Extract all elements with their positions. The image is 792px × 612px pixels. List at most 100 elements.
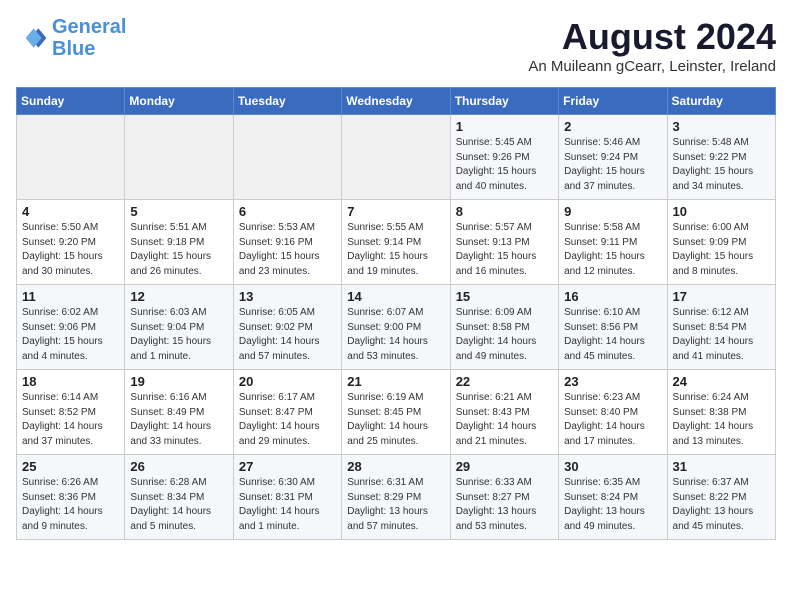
- day-info: Sunrise: 6:21 AM Sunset: 8:43 PM Dayligh…: [456, 391, 553, 449]
- title-block: August 2024 An Muileann gCearr, Leinster…: [528, 16, 776, 75]
- day-info: Sunrise: 6:31 AM Sunset: 8:29 PM Dayligh…: [347, 476, 444, 534]
- calendar-cell: [125, 115, 233, 200]
- day-number: 15: [456, 289, 553, 304]
- day-number: 13: [239, 289, 336, 304]
- calendar-cell: 17 Sunrise: 6:12 AM Sunset: 8:54 PM Dayli…: [667, 285, 775, 370]
- day-info: Sunrise: 5:51 AM Sunset: 9:18 PM Dayligh…: [130, 221, 227, 279]
- calendar-cell: 27Sunrise: 6:30 AM Sunset: 8:31 PM Dayli…: [233, 455, 341, 540]
- day-info: Sunrise: 5:53 AM Sunset: 9:16 PM Dayligh…: [239, 221, 336, 279]
- weekday-header-thursday: Thursday: [450, 88, 558, 115]
- calendar-cell: 12 Sunrise: 6:03 AM Sunset: 9:04 PM Dayli…: [125, 285, 233, 370]
- day-info: Sunrise: 6:37 AM Sunset: 8:22 PM Dayligh…: [673, 476, 770, 534]
- location-title: An Muileann gCearr, Leinster, Ireland: [528, 58, 776, 75]
- calendar-cell: 31 Sunrise: 6:37 AM Sunset: 8:22 PM Dayli…: [667, 455, 775, 540]
- calendar-cell: 13 Sunrise: 6:05 AM Sunset: 9:02 PM Dayli…: [233, 285, 341, 370]
- day-info: Sunrise: 6:16 AM Sunset: 8:49 PM Dayligh…: [130, 391, 227, 449]
- day-info: Sunrise: 5:50 AM Sunset: 9:20 PM Dayligh…: [22, 221, 119, 279]
- calendar-cell: 30 Sunrise: 6:35 AM Sunset: 8:24 PM Dayli…: [559, 455, 667, 540]
- calendar-cell: [342, 115, 450, 200]
- day-info: Sunrise: 6:23 AM Sunset: 8:40 PM Dayligh…: [564, 391, 661, 449]
- calendar-cell: [17, 115, 125, 200]
- calendar-cell: 8 Sunrise: 5:57 AM Sunset: 9:13 PM Daylig…: [450, 200, 558, 285]
- day-number: 2: [564, 119, 661, 134]
- day-info: Sunrise: 6:12 AM Sunset: 8:54 PM Dayligh…: [673, 306, 770, 364]
- calendar-week-row: 11 Sunrise: 6:02 AM Sunset: 9:06 PM Dayli…: [17, 285, 776, 370]
- day-info: Sunrise: 6:26 AM Sunset: 8:36 PM Dayligh…: [22, 476, 119, 534]
- calendar-cell: 14 Sunrise: 6:07 AM Sunset: 9:00 PM Dayli…: [342, 285, 450, 370]
- day-number: 23: [564, 374, 661, 389]
- day-number: 16: [564, 289, 661, 304]
- day-number: 29: [456, 459, 553, 474]
- calendar-cell: 24 Sunrise: 6:24 AM Sunset: 8:38 PM Dayli…: [667, 370, 775, 455]
- day-info: Sunrise: 6:00 AM Sunset: 9:09 PM Dayligh…: [673, 221, 770, 279]
- calendar-cell: 22 Sunrise: 6:21 AM Sunset: 8:43 PM Dayli…: [450, 370, 558, 455]
- day-number: 18: [22, 374, 119, 389]
- day-number: 22: [456, 374, 553, 389]
- calendar-cell: 10Sunrise: 6:00 AM Sunset: 9:09 PM Dayli…: [667, 200, 775, 285]
- day-info: Sunrise: 6:10 AM Sunset: 8:56 PM Dayligh…: [564, 306, 661, 364]
- day-number: 31: [673, 459, 770, 474]
- day-number: 20: [239, 374, 336, 389]
- day-number: 30: [564, 459, 661, 474]
- day-info: Sunrise: 5:46 AM Sunset: 9:24 PM Dayligh…: [564, 136, 661, 194]
- calendar-cell: 28 Sunrise: 6:31 AM Sunset: 8:29 PM Dayli…: [342, 455, 450, 540]
- weekday-header-monday: Monday: [125, 88, 233, 115]
- calendar-cell: 11 Sunrise: 6:02 AM Sunset: 9:06 PM Dayli…: [17, 285, 125, 370]
- day-info: Sunrise: 6:24 AM Sunset: 8:38 PM Dayligh…: [673, 391, 770, 449]
- weekday-header-wednesday: Wednesday: [342, 88, 450, 115]
- calendar-cell: 2 Sunrise: 5:46 AM Sunset: 9:24 PM Daylig…: [559, 115, 667, 200]
- day-info: Sunrise: 6:17 AM Sunset: 8:47 PM Dayligh…: [239, 391, 336, 449]
- day-number: 8: [456, 204, 553, 219]
- calendar-cell: 20 Sunrise: 6:17 AM Sunset: 8:47 PM Dayli…: [233, 370, 341, 455]
- day-info: Sunrise: 6:33 AM Sunset: 8:27 PM Dayligh…: [456, 476, 553, 534]
- day-number: 11: [22, 289, 119, 304]
- day-info: Sunrise: 5:58 AM Sunset: 9:11 PM Dayligh…: [564, 221, 661, 279]
- day-info: Sunrise: 5:55 AM Sunset: 9:14 PM Dayligh…: [347, 221, 444, 279]
- logo-icon: [16, 22, 48, 54]
- day-info: Sunrise: 6:07 AM Sunset: 9:00 PM Dayligh…: [347, 306, 444, 364]
- day-number: 3: [673, 119, 770, 134]
- day-number: 27: [239, 459, 336, 474]
- day-number: 7: [347, 204, 444, 219]
- calendar-cell: 29 Sunrise: 6:33 AM Sunset: 8:27 PM Dayli…: [450, 455, 558, 540]
- calendar-week-row: 4Sunrise: 5:50 AM Sunset: 9:20 PM Daylig…: [17, 200, 776, 285]
- day-number: 14: [347, 289, 444, 304]
- day-info: Sunrise: 6:05 AM Sunset: 9:02 PM Dayligh…: [239, 306, 336, 364]
- day-info: Sunrise: 6:14 AM Sunset: 8:52 PM Dayligh…: [22, 391, 119, 449]
- calendar-week-row: 1Sunrise: 5:45 AM Sunset: 9:26 PM Daylig…: [17, 115, 776, 200]
- weekday-header-saturday: Saturday: [667, 88, 775, 115]
- weekday-header-sunday: Sunday: [17, 88, 125, 115]
- day-info: Sunrise: 5:45 AM Sunset: 9:26 PM Dayligh…: [456, 136, 553, 194]
- day-info: Sunrise: 6:03 AM Sunset: 9:04 PM Dayligh…: [130, 306, 227, 364]
- calendar-cell: 16 Sunrise: 6:10 AM Sunset: 8:56 PM Dayli…: [559, 285, 667, 370]
- day-info: Sunrise: 6:28 AM Sunset: 8:34 PM Dayligh…: [130, 476, 227, 534]
- day-info: Sunrise: 6:19 AM Sunset: 8:45 PM Dayligh…: [347, 391, 444, 449]
- day-info: Sunrise: 6:09 AM Sunset: 8:58 PM Dayligh…: [456, 306, 553, 364]
- calendar-cell: 6 Sunrise: 5:53 AM Sunset: 9:16 PM Daylig…: [233, 200, 341, 285]
- day-number: 21: [347, 374, 444, 389]
- day-number: 17: [673, 289, 770, 304]
- calendar-cell: 7 Sunrise: 5:55 AM Sunset: 9:14 PM Daylig…: [342, 200, 450, 285]
- day-number: 28: [347, 459, 444, 474]
- day-number: 26: [130, 459, 227, 474]
- day-info: Sunrise: 5:57 AM Sunset: 9:13 PM Dayligh…: [456, 221, 553, 279]
- day-number: 19: [130, 374, 227, 389]
- month-title: August 2024: [528, 16, 776, 58]
- day-info: Sunrise: 6:35 AM Sunset: 8:24 PM Dayligh…: [564, 476, 661, 534]
- day-info: Sunrise: 5:48 AM Sunset: 9:22 PM Dayligh…: [673, 136, 770, 194]
- weekday-header-friday: Friday: [559, 88, 667, 115]
- calendar-cell: [233, 115, 341, 200]
- calendar-week-row: 18 Sunrise: 6:14 AM Sunset: 8:52 PM Dayli…: [17, 370, 776, 455]
- calendar-cell: 18 Sunrise: 6:14 AM Sunset: 8:52 PM Dayli…: [17, 370, 125, 455]
- calendar-cell: 23 Sunrise: 6:23 AM Sunset: 8:40 PM Dayli…: [559, 370, 667, 455]
- day-info: Sunrise: 6:02 AM Sunset: 9:06 PM Dayligh…: [22, 306, 119, 364]
- calendar-cell: 19 Sunrise: 6:16 AM Sunset: 8:49 PM Dayli…: [125, 370, 233, 455]
- calendar-cell: 5Sunrise: 5:51 AM Sunset: 9:18 PM Daylig…: [125, 200, 233, 285]
- calendar-cell: 26 Sunrise: 6:28 AM Sunset: 8:34 PM Dayli…: [125, 455, 233, 540]
- weekday-header-tuesday: Tuesday: [233, 88, 341, 115]
- calendar-cell: 21 Sunrise: 6:19 AM Sunset: 8:45 PM Dayli…: [342, 370, 450, 455]
- day-number: 6: [239, 204, 336, 219]
- calendar-cell: 15 Sunrise: 6:09 AM Sunset: 8:58 PM Dayli…: [450, 285, 558, 370]
- day-number: 24: [673, 374, 770, 389]
- day-number: 12: [130, 289, 227, 304]
